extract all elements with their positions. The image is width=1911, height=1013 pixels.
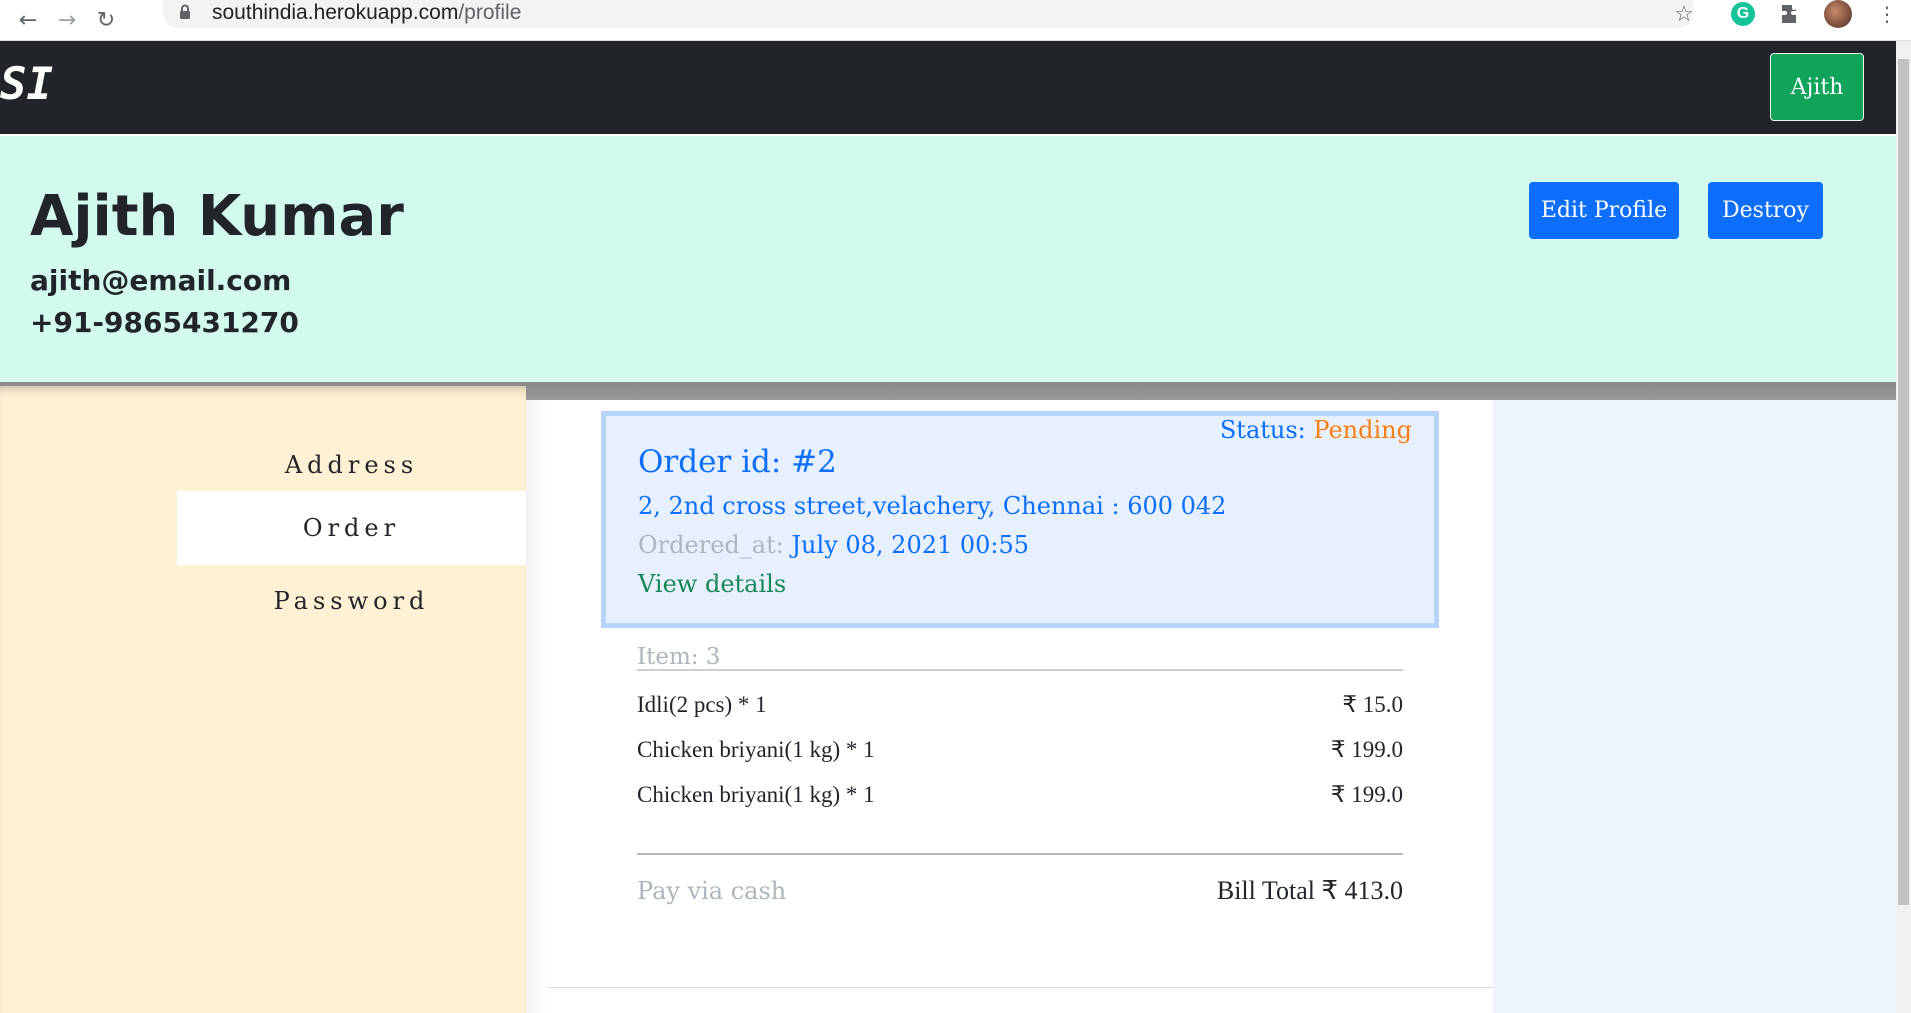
reload-icon[interactable]: ↻ <box>92 6 120 34</box>
ordered-at-value: July 08, 2021 00:55 <box>791 531 1030 559</box>
profile-email: ajith@email.com <box>30 264 292 297</box>
status-label: Status: <box>1219 416 1306 444</box>
url-text[interactable]: southindia.herokuapp.com/profile <box>212 1 521 25</box>
scrollbar-thumb[interactable] <box>1898 59 1909 905</box>
extensions-icon[interactable] <box>1777 0 1805 28</box>
order-status: Status: Pending <box>1220 416 1412 444</box>
item-price: ₹ 199.0 <box>1330 737 1403 762</box>
item-price: ₹ 15.0 <box>1342 692 1403 717</box>
item-name: Chicken briyani(1 kg) * 1 <box>637 737 875 762</box>
payment-method: Pay via cash <box>637 877 787 905</box>
sidebar-item-password[interactable]: Password <box>177 564 526 638</box>
profile-sidebar: Address Order Password <box>0 386 526 1013</box>
page-scrollbar[interactable] <box>1896 41 1911 1013</box>
order-item-row: Chicken briyani(1 kg) * 1 ₹ 199.0 <box>637 782 1403 812</box>
view-details-link[interactable]: View details <box>638 570 786 598</box>
kebab-menu-icon[interactable]: ⋮ <box>1873 0 1901 28</box>
item-count: Item: 3 <box>637 644 721 670</box>
main-bottom-border <box>548 987 1493 988</box>
user-menu-button[interactable]: Ajith <box>1770 53 1864 121</box>
lock-icon <box>179 4 191 20</box>
status-badge: Pending <box>1313 416 1412 444</box>
ordered-at: Ordered_at: July 08, 2021 00:55 <box>638 531 1029 559</box>
sidebar-item-order[interactable]: Order <box>177 491 526 565</box>
grammarly-icon[interactable]: G <box>1731 2 1755 26</box>
item-price: ₹ 199.0 <box>1330 782 1403 807</box>
order-id: Order id: #2 <box>638 444 837 480</box>
browser-toolbar: ← → ↻ southindia.herokuapp.com/profile ☆… <box>0 0 1911 41</box>
brand-logo[interactable]: SI <box>0 59 53 110</box>
destroy-button[interactable]: Destroy <box>1708 182 1823 239</box>
items-divider <box>637 669 1403 671</box>
forward-arrow-icon[interactable]: → <box>53 6 81 34</box>
bill-total: Bill Total ₹ 413.0 <box>1216 876 1403 905</box>
avatar[interactable] <box>1824 0 1852 28</box>
profile-header: Ajith Kumar ajith@email.com +91-98654312… <box>0 136 1896 382</box>
back-arrow-icon[interactable]: ← <box>14 6 42 34</box>
item-name: Chicken briyani(1 kg) * 1 <box>637 782 875 807</box>
order-item-row: Chicken briyani(1 kg) * 1 ₹ 199.0 <box>637 737 1403 767</box>
top-navbar: SI Ajith <box>0 41 1896 134</box>
item-name: Idli(2 pcs) * 1 <box>637 692 767 717</box>
total-divider <box>637 853 1403 855</box>
order-card: Status: Pending Order id: #2 2, 2nd cros… <box>601 411 1439 628</box>
ordered-at-label: Ordered_at: <box>638 531 784 559</box>
star-icon[interactable]: ☆ <box>1670 0 1698 28</box>
profile-name: Ajith Kumar <box>30 184 404 249</box>
url-host: southindia.herokuapp.com <box>212 1 459 24</box>
edit-profile-button[interactable]: Edit Profile <box>1529 182 1679 239</box>
main-shadow <box>526 400 548 1013</box>
profile-phone: +91-9865431270 <box>30 306 299 339</box>
url-path: /profile <box>458 1 522 24</box>
right-panel <box>1493 400 1896 1013</box>
order-item-row: Idli(2 pcs) * 1 ₹ 15.0 <box>637 692 1403 722</box>
order-address: 2, 2nd cross street,velachery, Chennai :… <box>638 492 1227 520</box>
